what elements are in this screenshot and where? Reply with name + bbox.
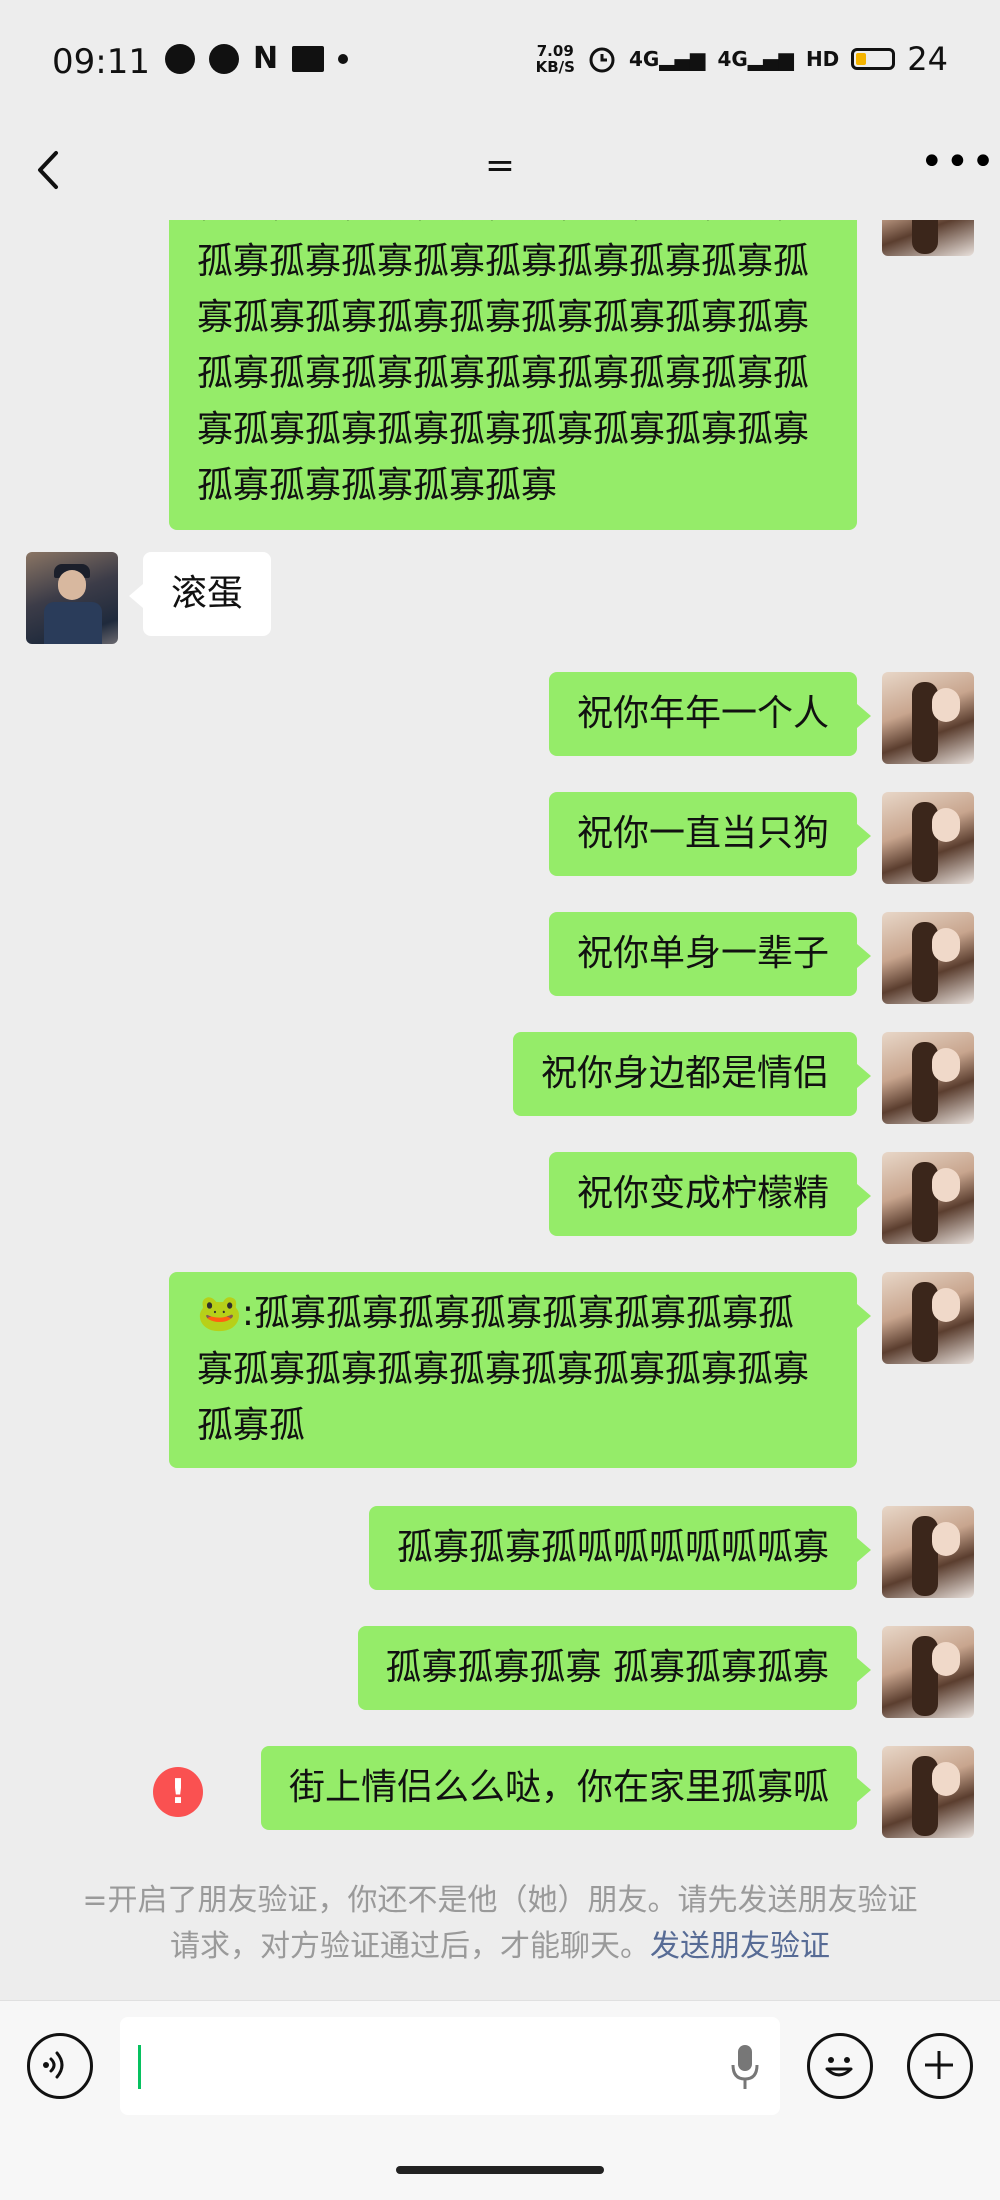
message-text: :孤寡孤寡孤寡孤寡孤寡孤寡孤寡孤寡孤寡孤寡孤寡孤寡孤寡孤寡孤寡孤寡孤寡孤 (197, 1293, 810, 1446)
network-speed: 7.09 KB/S (535, 42, 575, 76)
message-bubble[interactable]: 祝你单身一辈子 (548, 912, 872, 996)
my-avatar[interactable] (882, 1626, 974, 1718)
plus-icon[interactable] (907, 2033, 973, 2099)
message-notification-icon (209, 44, 239, 74)
signal-1-icon: 4G▂▄▆ (628, 47, 706, 71)
text-cursor (138, 2045, 141, 2089)
chat-notification-icon (165, 44, 195, 74)
send-verification-link[interactable]: 发送朋友验证 (650, 1929, 830, 1964)
message-bubble[interactable]: 祝你身边都是情侣 (512, 1032, 872, 1116)
hd-icon: HD (805, 47, 840, 71)
message-bubble[interactable]: 孤寡孤寡孤呱呱呱呱呱呱寡 (368, 1506, 872, 1590)
frog-emoji-icon: 🐸 (197, 1293, 242, 1334)
my-avatar[interactable] (882, 1506, 974, 1598)
battery-level: 24 (907, 40, 948, 78)
news-app-icon (292, 46, 325, 72)
message-bubble[interactable]: 祝你年年一个人 (548, 672, 872, 756)
voice-icon[interactable] (27, 2033, 93, 2099)
message-bubble[interactable]: 祝你一直当只狗 (548, 792, 872, 876)
battery-icon (851, 48, 896, 70)
message-bubble[interactable]: 滚蛋 (128, 552, 272, 636)
system-icons: 7.09 KB/S 4G▂▄▆ 4G▂▄▆ HD 24 (536, 40, 948, 78)
contact-avatar[interactable] (26, 552, 118, 644)
mic-icon[interactable] (730, 2043, 760, 2091)
n-app-icon: N (253, 41, 279, 76)
notification-icons: N (165, 41, 349, 76)
message-bubble[interactable]: 寡孤寡孤寡孤寡孤寡孤寡孤寡孤寡孤寡孤寡孤寡孤寡孤寡孤寡孤寡孤寡孤寡孤寡孤寡孤寡孤… (169, 220, 857, 530)
my-avatar[interactable] (882, 912, 974, 1004)
my-avatar[interactable] (882, 792, 974, 884)
my-avatar[interactable] (882, 1152, 974, 1244)
chat-message-list[interactable]: 寡孤寡孤寡孤寡孤寡孤寡孤寡孤寡孤寡孤寡孤寡孤寡孤寡孤寡孤寡孤寡孤寡孤寡孤寡孤寡孤… (0, 220, 1000, 2000)
chat-title: = (484, 145, 516, 186)
home-indicator[interactable] (396, 2166, 604, 2174)
my-avatar[interactable] (882, 1272, 974, 1364)
message-bubble[interactable]: 街上情侣么么哒，你在家里孤寡呱 (260, 1746, 872, 1830)
nav-bar: = ••• (0, 125, 1000, 215)
signal-2-icon: 4G▂▄▆ (717, 47, 794, 71)
more-options-icon[interactable]: ••• (920, 142, 995, 187)
status-bar: 09:11 N 7.09 KB/S 4G▂▄▆ 4G▂▄▆ HD 24 (0, 0, 1000, 120)
emoji-icon[interactable] (807, 2033, 873, 2099)
message-bubble[interactable]: 🐸:孤寡孤寡孤寡孤寡孤寡孤寡孤寡孤寡孤寡孤寡孤寡孤寡孤寡孤寡孤寡孤寡孤寡孤 (169, 1272, 871, 1468)
my-avatar[interactable] (882, 1032, 974, 1124)
my-avatar[interactable] (882, 220, 974, 256)
message-input[interactable] (120, 2017, 780, 2115)
message-bubble[interactable]: 祝你变成柠檬精 (548, 1152, 872, 1236)
clock: 09:11 (52, 42, 150, 82)
my-avatar[interactable] (882, 672, 974, 764)
friend-verification-notice: =开启了朋友验证，你还不是他（她）朋友。请先发送朋友验证请求，对方验证通过后，才… (70, 1878, 930, 1970)
alarm-icon (589, 47, 615, 73)
more-notifications-icon (338, 54, 349, 64)
message-bubble[interactable]: 孤寡孤寡孤寡 孤寡孤寡孤寡 (357, 1626, 872, 1710)
my-avatar[interactable] (882, 1746, 974, 1838)
send-failed-icon[interactable]: ! (153, 1767, 203, 1817)
